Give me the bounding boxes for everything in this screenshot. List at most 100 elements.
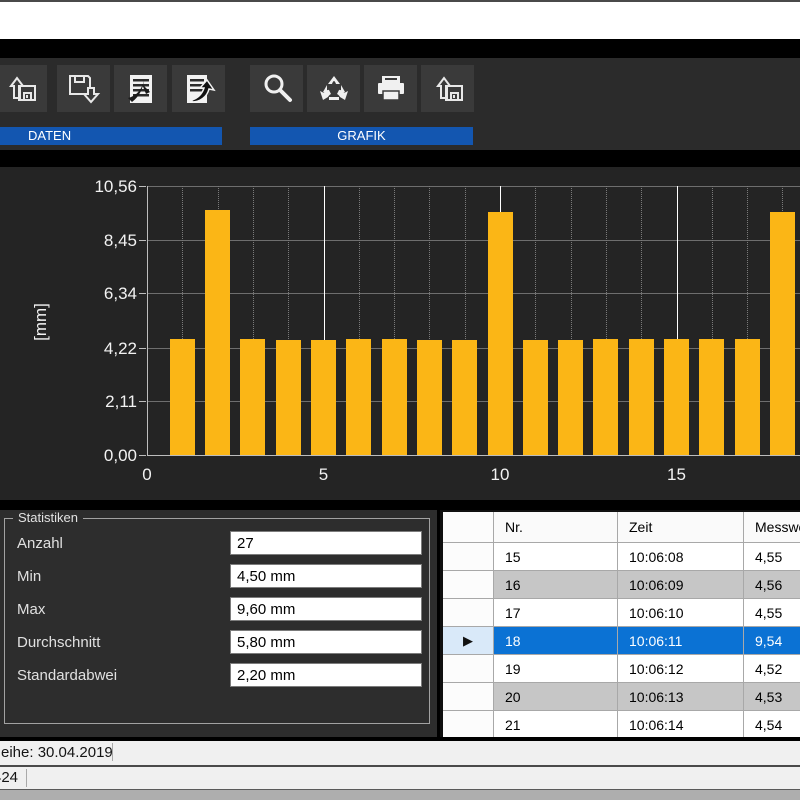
cell-messwert[interactable]: 4,56 xyxy=(744,571,800,599)
row-header-cell[interactable] xyxy=(443,711,494,737)
bottom-panels: Statistiken AnzahlMinMaxDurchschnittStan… xyxy=(0,510,800,737)
row-header-cell[interactable] xyxy=(443,599,494,627)
y-tick-label: 8,45 xyxy=(77,231,137,251)
toolbar-group-label-grafik: GRAFIK xyxy=(250,127,473,145)
y-gridline xyxy=(147,240,800,241)
measurement-bar[interactable] xyxy=(276,340,301,455)
cell-zeit[interactable]: 10:06:14 xyxy=(618,711,744,737)
measurement-bar[interactable] xyxy=(417,340,442,455)
y-tick-label: 2,11 xyxy=(77,392,137,412)
stat-value-max[interactable] xyxy=(230,597,422,621)
open-data-button[interactable] xyxy=(0,65,47,112)
delete-data-button[interactable] xyxy=(114,65,167,112)
measurement-bar[interactable] xyxy=(205,210,230,455)
save-data-button[interactable] xyxy=(57,65,110,112)
x-tick-label: 15 xyxy=(667,465,686,485)
table-header-row: Nr. Zeit Messwert xyxy=(443,512,800,543)
measurement-bar[interactable] xyxy=(558,340,583,455)
cell-nr[interactable]: 15 xyxy=(494,543,618,571)
cell-zeit[interactable]: 10:06:08 xyxy=(618,543,744,571)
cell-zeit[interactable]: 10:06:09 xyxy=(618,571,744,599)
cell-nr[interactable]: 17 xyxy=(494,599,618,627)
cell-nr[interactable]: 18 xyxy=(494,627,618,655)
stat-value-min[interactable] xyxy=(230,564,422,588)
table-row-16[interactable]: 1610:06:094,56 xyxy=(443,571,800,599)
measurement-bar[interactable] xyxy=(346,339,371,455)
current-row-indicator[interactable]: ▶ xyxy=(443,627,494,655)
floppy-up-arrow-icon xyxy=(2,72,40,106)
table-row-19[interactable]: 1910:06:124,52 xyxy=(443,655,800,683)
statistics-legend: Statistiken xyxy=(13,510,83,525)
document-export-arrow-icon xyxy=(180,72,218,106)
cell-messwert[interactable]: 4,55 xyxy=(744,543,800,571)
cell-nr[interactable]: 21 xyxy=(494,711,618,737)
measurement-bar[interactable] xyxy=(770,212,795,455)
measurement-table-panel: Nr. Zeit Messwert 1510:06:084,551610:06:… xyxy=(440,510,800,737)
row-header-cell[interactable] xyxy=(443,655,494,683)
measurement-bar[interactable] xyxy=(240,339,265,455)
cell-nr[interactable]: 20 xyxy=(494,683,618,711)
statistics-panel: Statistiken AnzahlMinMaxDurchschnittStan… xyxy=(0,510,437,737)
stat-label-durchschnitt: Durchschnitt xyxy=(17,634,100,651)
export-graphic-button[interactable] xyxy=(421,65,474,112)
stat-label-anzahl: Anzahl xyxy=(17,535,63,552)
stat-value-anzahl[interactable] xyxy=(230,531,422,555)
y-axis-title: [mm] xyxy=(31,303,51,341)
print-button[interactable] xyxy=(364,65,417,112)
y-tick-label: 4,22 xyxy=(77,339,137,359)
floppy-up-arrow-icon xyxy=(429,72,467,106)
export-data-button[interactable] xyxy=(172,65,225,112)
measurement-bar[interactable] xyxy=(311,340,336,455)
refresh-button[interactable] xyxy=(307,65,360,112)
cell-zeit[interactable]: 10:06:13 xyxy=(618,683,744,711)
status-separator xyxy=(112,743,113,761)
measurement-bar[interactable] xyxy=(664,339,689,455)
app-window: DATEN GRAFIK 0,002,114,226,348,4510,5605… xyxy=(0,0,800,800)
cell-zeit[interactable]: 10:06:11 xyxy=(618,627,744,655)
column-header-messwert[interactable]: Messwert xyxy=(744,512,800,543)
y-tick-mark xyxy=(139,186,146,187)
table-row-18[interactable]: ▶1810:06:119,54 xyxy=(443,627,800,655)
stat-label-standardabwei: Standardabwei xyxy=(17,667,117,684)
cell-messwert[interactable]: 4,55 xyxy=(744,599,800,627)
zoom-button[interactable] xyxy=(250,65,303,112)
magnifier-icon xyxy=(258,72,296,106)
row-header-cell[interactable] xyxy=(443,543,494,571)
y-tick-mark xyxy=(139,240,146,241)
table-row-17[interactable]: 1710:06:104,55 xyxy=(443,599,800,627)
statistics-groupbox: Statistiken AnzahlMinMaxDurchschnittStan… xyxy=(4,518,430,724)
stat-value-standardabwei[interactable] xyxy=(230,663,422,687)
row-header-cell[interactable] xyxy=(443,571,494,599)
y-tick-mark xyxy=(139,455,146,456)
cell-messwert[interactable]: 4,52 xyxy=(744,655,800,683)
cell-zeit[interactable]: 10:06:12 xyxy=(618,655,744,683)
table-corner-cell xyxy=(443,512,494,543)
measurement-bar[interactable] xyxy=(382,339,407,455)
measurement-bar[interactable] xyxy=(735,339,760,455)
table-row-15[interactable]: 1510:06:084,55 xyxy=(443,543,800,571)
measurement-bar[interactable] xyxy=(488,212,513,455)
cell-messwert[interactable]: 4,53 xyxy=(744,683,800,711)
row-header-cell[interactable] xyxy=(443,683,494,711)
y-tick-mark xyxy=(139,293,146,294)
stat-value-durchschnitt[interactable] xyxy=(230,630,422,654)
measurement-bar[interactable] xyxy=(452,340,477,455)
measurement-bar[interactable] xyxy=(699,339,724,455)
measurement-bar[interactable] xyxy=(629,339,654,455)
cell-nr[interactable]: 19 xyxy=(494,655,618,683)
cell-zeit[interactable]: 10:06:10 xyxy=(618,599,744,627)
cell-messwert[interactable]: 4,54 xyxy=(744,711,800,737)
measurement-table: Nr. Zeit Messwert 1510:06:084,551610:06:… xyxy=(443,512,800,737)
cell-messwert[interactable]: 9,54 xyxy=(744,627,800,655)
measurement-bar[interactable] xyxy=(593,339,618,455)
table-row-21[interactable]: 2110:06:144,54 xyxy=(443,711,800,737)
separator-band xyxy=(0,500,800,510)
table-row-20[interactable]: 2010:06:134,53 xyxy=(443,683,800,711)
column-header-zeit[interactable]: Zeit xyxy=(618,512,744,543)
y-tick-label: 6,34 xyxy=(77,284,137,304)
measurement-bar[interactable] xyxy=(523,340,548,455)
column-header-nr[interactable]: Nr. xyxy=(494,512,618,543)
cell-nr[interactable]: 16 xyxy=(494,571,618,599)
stat-label-min: Min xyxy=(17,568,41,585)
measurement-bar[interactable] xyxy=(170,339,195,455)
